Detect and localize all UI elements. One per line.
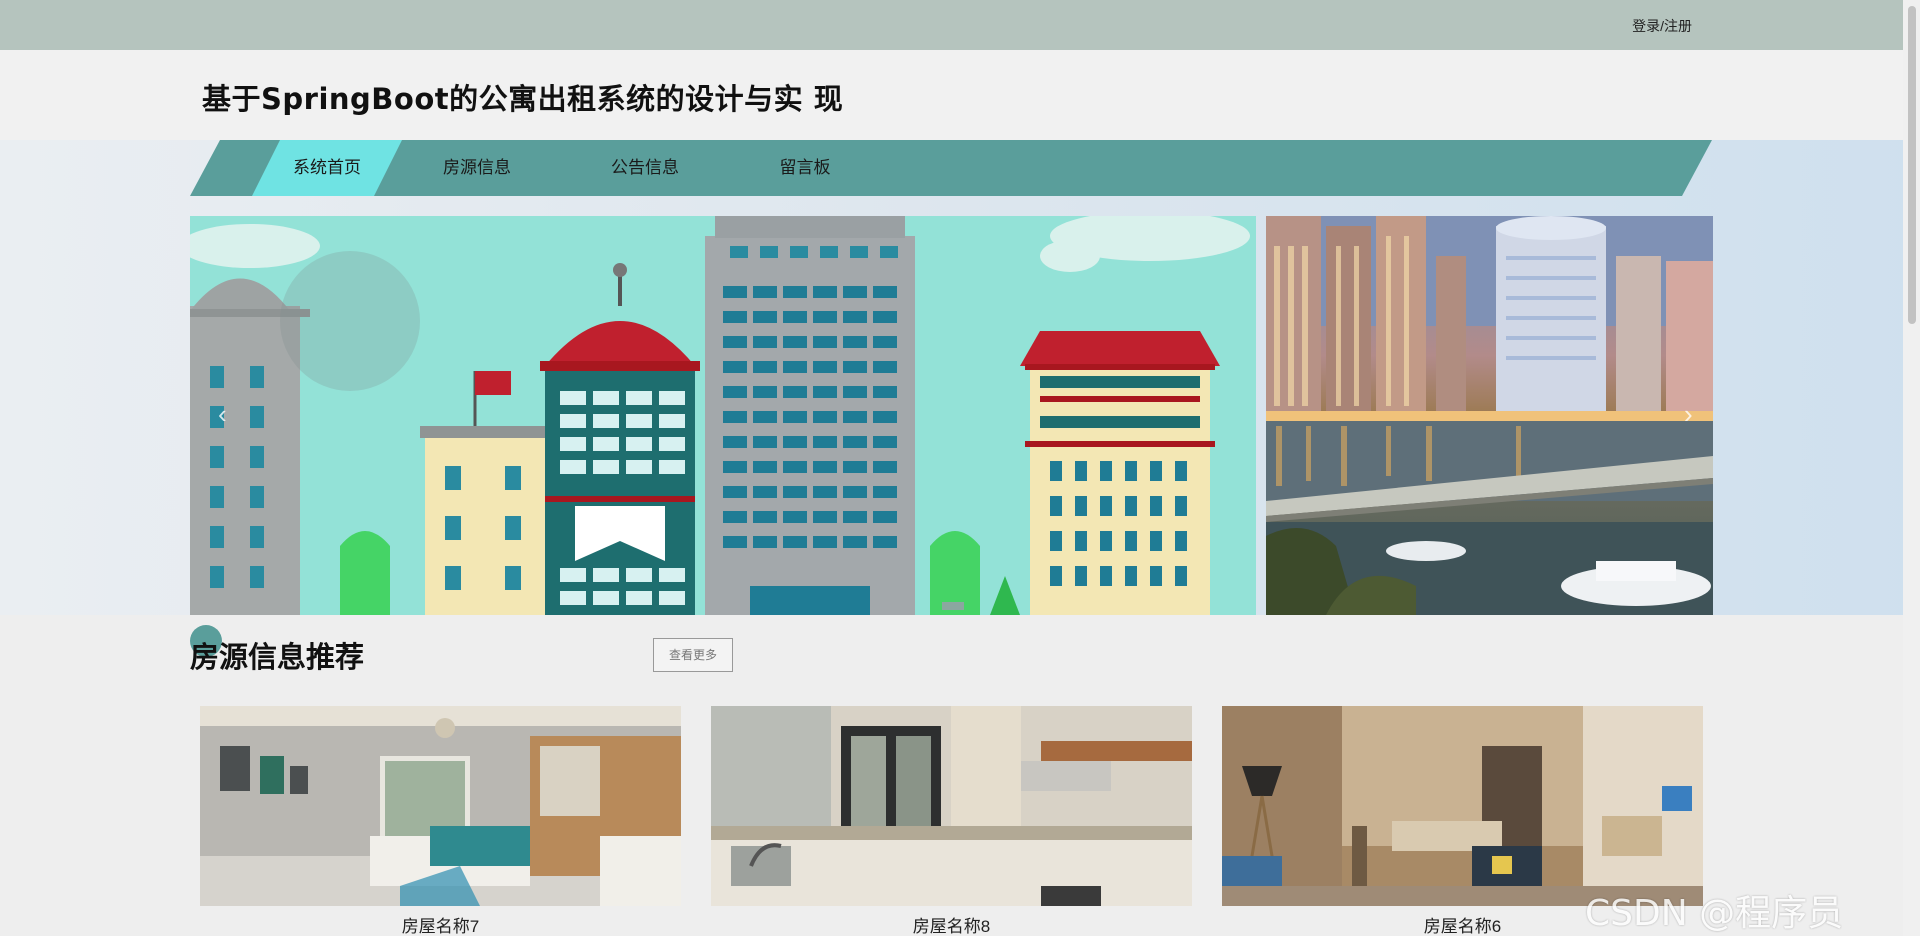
site-title: 基于SpringBoot的公寓出租系统的设计与实 现 [202,82,844,116]
banner-slide-waterfront-photo: › [1266,216,1713,615]
listing-name[interactable]: 房屋名称8 [711,912,1192,936]
login-register-link[interactable]: 登录/注册 [1632,16,1692,36]
nav-item-message-board[interactable]: 留言板 [730,140,880,196]
city-illustration [190,216,1250,615]
listing-name[interactable]: 房屋名称7 [200,912,681,936]
top-bar: 登录/注册 [0,0,1920,50]
view-more-button[interactable]: 查看更多 [653,638,733,672]
carousel-dot-indicator[interactable] [942,602,964,610]
listing-image-bedroom[interactable] [200,706,681,906]
banner-slide-city-illustration: ‹ [190,216,1256,615]
listing-card[interactable]: 房屋名称7 [200,706,681,936]
nav-item-listings[interactable]: 房源信息 [402,140,552,196]
site-header: 基于SpringBoot的公寓出租系统的设计与实 现 [0,50,1920,140]
banner-carousel: ‹ › [190,216,1713,615]
waterfront-photo [1266,216,1713,615]
carousel-next-arrow[interactable]: › [1684,399,1693,430]
section-title-recommended-listings: 房源信息推荐 [190,640,365,674]
listing-image-living-room[interactable] [1222,706,1703,906]
listing-image-kitchen[interactable] [711,706,1192,906]
main-nav: 系统首页 房源信息 公告信息 留言板 [190,140,1712,196]
scrollbar-thumb[interactable] [1908,6,1916,324]
page-scrollbar[interactable] [1903,0,1920,936]
listing-card[interactable]: 房屋名称8 [711,706,1192,936]
carousel-prev-arrow[interactable]: ‹ [218,399,227,430]
watermark-text: CSDN @程序员code [1585,893,1844,934]
nav-item-announcements[interactable]: 公告信息 [570,140,720,196]
